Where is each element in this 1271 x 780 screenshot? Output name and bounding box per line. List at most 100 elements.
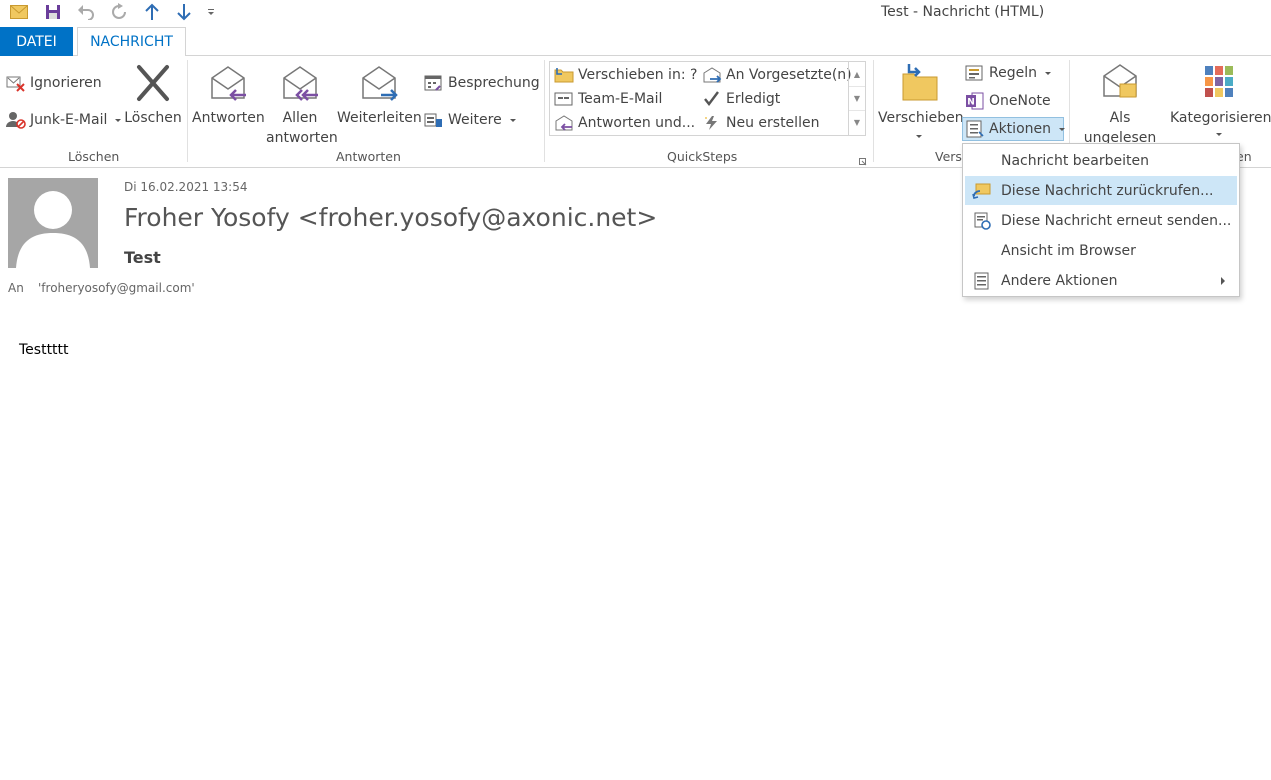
more-respond-label: Weitere: [448, 112, 502, 128]
quickstep-team-email-label: Team-E-Mail: [578, 91, 663, 107]
reply-all-icon: [283, 66, 318, 101]
title-bar: Test - Nachricht (HTML): [0, 0, 1271, 26]
chevron-down-icon: [1059, 127, 1065, 131]
message-sender[interactable]: Froher Yosofy <froher.yosofy@axonic.net>: [124, 203, 657, 232]
menu-item-recall-message[interactable]: Diese Nachricht zurückrufen...: [965, 176, 1237, 205]
quickstep-move-to-label: Verschieben in: ?: [578, 67, 698, 83]
menu-item-other-actions[interactable]: Andere Aktionen: [965, 266, 1237, 295]
delete-button[interactable]: Löschen: [122, 64, 184, 128]
quickstep-create-new[interactable]: Neu erstellen: [702, 112, 819, 134]
window-title: Test - Nachricht (HTML): [881, 4, 1045, 20]
meeting-button[interactable]: Besprechung: [424, 72, 540, 94]
group-label-respond: Antworten: [336, 149, 401, 164]
menu-item-label: Nachricht bearbeiten: [1001, 152, 1149, 169]
quickstep-done-label: Erledigt: [726, 91, 781, 107]
chevron-down-icon: [1044, 71, 1051, 75]
quickstep-to-manager[interactable]: An Vorgesetzte(n): [702, 64, 852, 86]
reply-all-button[interactable]: Allen antworten: [266, 64, 338, 148]
menu-item-label: Diese Nachricht erneut senden...: [1001, 212, 1232, 229]
menu-item-resend-message[interactable]: Diese Nachricht erneut senden...: [965, 206, 1237, 235]
delete-label: Löschen: [124, 110, 182, 126]
undo-icon[interactable]: [75, 1, 97, 23]
more-respond-button[interactable]: Weitere: [424, 109, 516, 131]
chevron-down-icon: [509, 118, 516, 122]
reply-icon: [211, 66, 246, 101]
chevron-down-icon: [1216, 132, 1222, 136]
quicksteps-scrollbar[interactable]: ▲ ▼ ▼: [848, 62, 865, 135]
tab-message[interactable]: NACHRICHT: [77, 27, 186, 57]
onenote-icon: N: [966, 92, 984, 110]
forward-icon: [362, 66, 398, 101]
quickstep-team-email[interactable]: Team-E-Mail: [554, 88, 662, 110]
rules-button[interactable]: Regeln: [965, 62, 1051, 84]
menu-item-label: Andere Aktionen: [1001, 272, 1118, 289]
chevron-down-icon: [916, 134, 922, 138]
quickstep-done[interactable]: Erledigt: [702, 88, 780, 110]
scroll-down-icon[interactable]: ▼: [849, 86, 865, 110]
rules-label: Regeln: [989, 65, 1037, 81]
quickstep-move-to[interactable]: Verschieben in: ?: [554, 64, 697, 86]
recall-icon: [965, 176, 999, 205]
move-label: Verschieben: [878, 110, 964, 126]
tab-file[interactable]: DATEI: [0, 27, 73, 56]
recipient-value[interactable]: 'froheryosofy@gmail.com': [38, 281, 195, 295]
quickstep-reply-delete[interactable]: Antworten und...: [554, 112, 695, 134]
group-label-move: Vers: [935, 149, 962, 164]
meeting-calendar-icon: [424, 75, 442, 91]
arrow-up-icon[interactable]: [141, 1, 163, 23]
folder-move-icon: [554, 68, 574, 83]
onenote-button[interactable]: N OneNote: [965, 90, 1051, 112]
junk-user-icon: [6, 112, 26, 129]
scroll-up-icon[interactable]: ▲: [849, 62, 865, 86]
ignore-button[interactable]: Ignorieren: [6, 72, 102, 94]
actions-dropdown-menu: Nachricht bearbeiten Diese Nachricht zur…: [962, 143, 1240, 297]
reply-label: Antworten: [192, 110, 265, 126]
quickstep-to-manager-label: An Vorgesetzte(n): [726, 67, 852, 83]
redo-icon[interactable]: [108, 1, 130, 23]
ribbon-tabs: DATEI NACHRICHT: [0, 27, 1271, 57]
svg-text:N: N: [967, 98, 975, 108]
menu-item-label: Ansicht im Browser: [1001, 242, 1136, 259]
onenote-label: OneNote: [989, 93, 1051, 109]
actions-button[interactable]: Aktionen: [962, 117, 1065, 141]
group-separator: [873, 60, 874, 162]
reply-all-label-line2: antworten: [266, 130, 338, 146]
group-label-delete: Löschen: [68, 149, 120, 164]
reply-button[interactable]: Antworten: [192, 64, 265, 128]
more-respond-icon: [424, 113, 442, 127]
quickstep-reply-delete-label: Antworten und...: [578, 115, 696, 131]
gallery-expand-icon[interactable]: ▼: [849, 110, 865, 134]
chevron-right-icon: [1221, 277, 1225, 285]
ignore-icon: [6, 76, 25, 92]
rules-icon: [965, 65, 983, 81]
message-body: Testtttt: [19, 342, 69, 358]
resend-icon: [965, 206, 999, 235]
group-separator: [544, 60, 545, 162]
checkmark-icon: [704, 91, 719, 106]
avatar: [8, 178, 98, 268]
ignore-label: Ignorieren: [30, 75, 102, 91]
arrow-down-icon[interactable]: [173, 1, 195, 23]
forward-button[interactable]: Weiterleiten: [337, 64, 422, 128]
menu-item-label: Diese Nachricht zurückrufen...: [1001, 182, 1214, 199]
recipient-label: An: [8, 281, 24, 295]
mark-unread-icon: [1103, 64, 1137, 98]
quickstep-create-new-label: Neu erstellen: [726, 115, 820, 131]
group-separator: [187, 60, 188, 162]
save-icon[interactable]: [42, 1, 64, 23]
customize-caret-icon[interactable]: [200, 1, 222, 23]
message-subject: Test: [124, 248, 161, 267]
lightning-icon: [705, 116, 717, 130]
actions-icon: [966, 120, 984, 138]
categorize-button[interactable]: Kategorisieren: [1170, 62, 1271, 144]
quicksteps-gallery: Verschieben in: ? Team-E-Mail Antworten …: [549, 61, 866, 136]
menu-item-view-in-browser[interactable]: Ansicht im Browser: [965, 236, 1237, 265]
forward-label: Weiterleiten: [337, 110, 422, 126]
person-silhouette-icon: [16, 191, 90, 268]
meeting-label: Besprechung: [448, 75, 540, 91]
menu-item-edit-message[interactable]: Nachricht bearbeiten: [965, 146, 1237, 175]
move-button[interactable]: Verschieben: [878, 62, 964, 146]
reply-all-label-line1: Allen: [282, 110, 318, 126]
junk-email-button[interactable]: Junk-E-Mail: [6, 109, 122, 131]
dialog-launcher-icon[interactable]: [859, 154, 867, 170]
